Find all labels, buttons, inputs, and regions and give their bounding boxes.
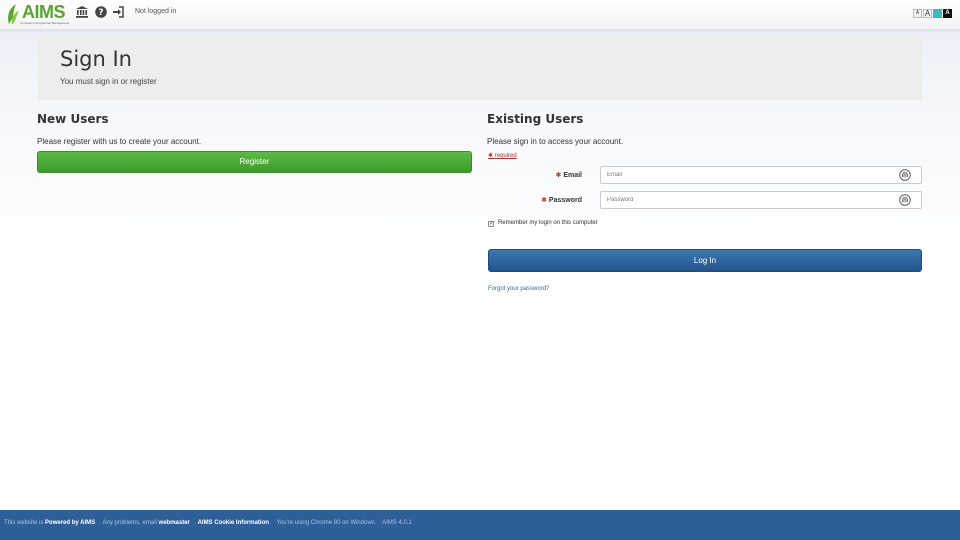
login-status: Not logged in	[135, 8, 177, 15]
powered-by-link[interactable]: Powered by AIMS	[45, 520, 95, 526]
page-subtitle: You must sign in or register	[60, 77, 157, 86]
password-input[interactable]	[600, 191, 922, 209]
svg-text:?: ?	[98, 8, 103, 18]
existing-users-heading: Existing Users	[487, 112, 584, 126]
contrast-dark-button[interactable]: A	[943, 9, 952, 18]
forgot-password-link[interactable]: Forgot your password?	[488, 286, 549, 292]
footer-text: This website is	[4, 520, 44, 526]
fingerprint-icon[interactable]	[899, 194, 911, 206]
email-label: ✱ Email	[540, 171, 582, 179]
webmaster-link[interactable]: webmaster	[159, 520, 190, 526]
email-input[interactable]	[600, 166, 922, 184]
password-label: ✱ Password	[530, 196, 582, 204]
existing-users-text: Please sign in to access your account.	[487, 137, 624, 146]
aims-logo[interactable]: AIMS Curriculum Programme Management	[6, 2, 70, 26]
top-bar: AIMS Curriculum Programme Management ? N…	[0, 0, 960, 30]
required-note: ✱ required	[488, 152, 517, 159]
new-users-text: Please register with us to create your a…	[37, 137, 202, 146]
browser-info: You're using Chrome 80 on Windows	[276, 520, 375, 526]
cookie-info-link[interactable]: AIMS Cookie Information	[198, 520, 269, 526]
fingerprint-icon[interactable]	[899, 169, 911, 181]
footer: This website is Powered by AIMS Any prob…	[0, 510, 960, 540]
remember-checkbox[interactable]: ✓	[488, 221, 494, 227]
new-users-heading: New Users	[37, 112, 109, 126]
page-title: Sign In	[60, 47, 132, 71]
font-size-small-button[interactable]: A	[913, 9, 922, 18]
contrast-teal-button[interactable]: A	[933, 9, 942, 18]
required-star-icon: ✱	[555, 172, 562, 179]
required-star-icon: ✱	[488, 153, 494, 159]
version-info: AIMS 4.0.1	[382, 520, 412, 526]
sign-in-icon[interactable]	[112, 6, 124, 18]
email-label-text: Email	[563, 172, 582, 179]
footer-text: Any problems, email	[102, 520, 157, 526]
font-size-large-button[interactable]: A	[923, 9, 932, 18]
page-header: Sign In You must sign in or register	[38, 36, 922, 100]
remember-label: Remember my login on this computer	[498, 220, 598, 226]
register-button[interactable]: Register	[37, 151, 472, 173]
leaf-icon	[8, 4, 19, 24]
logo-subtitle: Curriculum Programme Management	[20, 21, 70, 25]
logo-wordmark: AIMS	[22, 2, 66, 22]
required-label: required	[494, 153, 517, 159]
password-label-text: Password	[548, 197, 582, 204]
institution-icon[interactable]	[76, 6, 88, 18]
help-icon[interactable]: ?	[95, 6, 107, 18]
required-star-icon: ✱	[541, 197, 547, 204]
font-size-selector: A A A A	[913, 9, 952, 18]
login-button[interactable]: Log In	[488, 249, 922, 272]
